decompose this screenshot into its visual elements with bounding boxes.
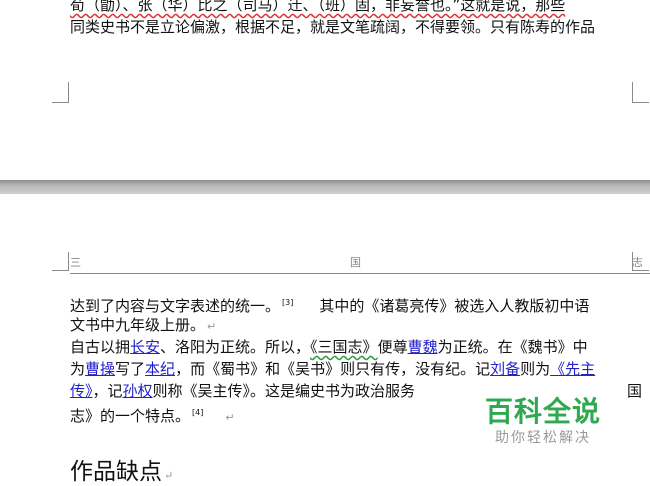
text-span: 则为 (520, 360, 551, 378)
link-benji[interactable]: 本纪 (145, 360, 175, 378)
watermark-logo: 百科全说 助你轻松解决 (478, 396, 608, 448)
text-span: 文书中九年级上册。 (70, 316, 206, 334)
text-line[interactable]: 为曹操写了本纪，而《蜀书》和《吴书》则只有传，没有纪。记刘备则为《先主 (70, 358, 595, 380)
text-span: 达到了内容与文字表述的统一。 (70, 297, 281, 315)
link-xianzhuzhuan-cont[interactable]: 传》 (70, 382, 93, 400)
text-span: 志》的一个特点。 (70, 407, 191, 425)
book-title: 《三国志》 (310, 338, 378, 356)
link-sunquan[interactable]: 孙权 (123, 382, 153, 400)
paragraph-mark-icon: ↵ (164, 469, 174, 482)
text-span: ，记 (92, 382, 123, 400)
paragraph-mark-icon: ↵ (225, 411, 235, 424)
footnote-ref[interactable]: [3] (282, 298, 293, 307)
watermark-title: 百科全说 (484, 395, 601, 428)
text-span: 荀（勖）、张（华）比之（司马）迁、（班）固，非妄誉也。”这就是说，那些 (70, 0, 566, 14)
text-span: ，而《蜀书》和《吴书》则只有传，没有纪。记 (175, 360, 491, 378)
text-line[interactable]: 自古以拥长安、洛阳为正统。所以，《三国志》便尊曹魏为正统。在《魏书》中 (70, 336, 588, 358)
crop-mark (52, 252, 69, 271)
header-left: 三 (70, 256, 81, 269)
document-page-upper: 荀（勖）、张（华）比之（司马）迁、（班）固，非妄誉也。”这就是说，那些 同类史书… (0, 0, 650, 180)
paragraph-mark-icon: ↵ (207, 320, 217, 333)
text-line: 国 (627, 382, 643, 400)
heading-text: 作品缺点 (70, 459, 162, 485)
link-xianzhuzhuan[interactable]: 《先主 (550, 360, 595, 378)
link-changan[interactable]: 长安 (130, 338, 160, 356)
text-span: 为正统。在《魏书》中 (437, 338, 588, 356)
text-span: 为 (70, 360, 86, 378)
text-span: 写了 (115, 360, 146, 378)
link-caocao[interactable]: 曹操 (85, 360, 115, 378)
page-header: 三 国 志 (70, 254, 650, 270)
text-line[interactable]: 传》，记孙权则称《吴主传》。这是编史书为政治服务 (70, 380, 415, 402)
link-caowei[interactable]: 曹魏 (408, 338, 438, 356)
link-liubei[interactable]: 刘备 (490, 360, 520, 378)
header-right: 志 (632, 256, 643, 269)
text-span: 、洛阳为正统。所以， (160, 338, 311, 356)
text-span: 其中的《诸葛亮传》被选入人教版初中语 (319, 297, 590, 315)
text-line: 同类史书不是立论偏激，根据不足，就是文笔疏阔，不得要领。只有陈寿的作品 (70, 18, 596, 36)
crop-mark (632, 82, 649, 103)
crop-mark (52, 82, 69, 103)
footnote-ref[interactable]: [4] (192, 408, 203, 417)
text-line: 荀（勖）、张（华）比之（司马）迁、（班）固，非妄誉也。”这就是说，那些 (70, 0, 565, 16)
text-line[interactable]: 志》的一个特点。 [4] ↵ (70, 402, 235, 429)
header-center: 国 (350, 256, 361, 269)
text-span: 便尊 (377, 338, 408, 356)
text-line[interactable]: 文书中九年级上册。 ↵ (70, 314, 216, 338)
page-separator (0, 180, 650, 194)
text-span: 则称《吴主传》。这是编史书为政治服务 (152, 382, 416, 400)
header-rule (70, 273, 650, 274)
text-span: 自古以拥 (70, 338, 131, 356)
section-heading[interactable]: 作品缺点 ↵ (70, 452, 173, 486)
watermark-subtitle: 助你轻松解决 (495, 430, 591, 446)
